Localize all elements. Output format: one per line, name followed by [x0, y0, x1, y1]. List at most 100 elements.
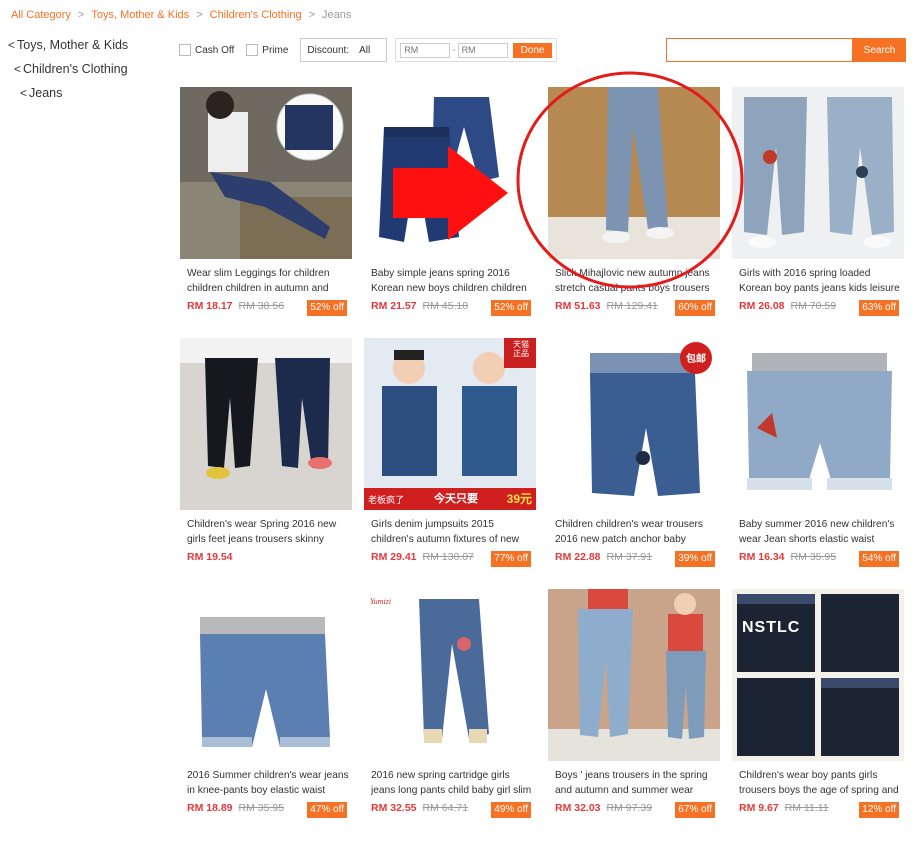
- search-input[interactable]: [666, 38, 853, 62]
- product-image[interactable]: NSTLC: [732, 589, 904, 761]
- product-image[interactable]: [364, 87, 536, 259]
- product-card[interactable]: Children's wear Spring 2016 new girls fe…: [180, 338, 352, 563]
- product-image[interactable]: [180, 589, 352, 761]
- baby-jeans-photo: [364, 87, 536, 259]
- checkbox-box[interactable]: [246, 44, 259, 56]
- discount-badge: 12% off: [859, 802, 899, 818]
- max-price-input[interactable]: [457, 42, 508, 58]
- category-label: Jeans: [29, 86, 63, 100]
- harem-pants-photo: [732, 589, 904, 761]
- product-card[interactable]: 2016 Summer children's wear jeans in kne…: [180, 589, 352, 818]
- discount-label: Discount:: [307, 44, 350, 56]
- product-image[interactable]: [180, 338, 352, 510]
- product-image[interactable]: 包邮: [548, 338, 720, 510]
- product-card[interactable]: Boys ' jeans trousers in the spring and …: [548, 589, 720, 818]
- product-image[interactable]: [548, 589, 720, 761]
- product-title[interactable]: Children's wear boy pants girls trousers…: [739, 768, 901, 798]
- prime-checkbox[interactable]: Prime: [246, 44, 288, 56]
- search-bar: Search: [666, 38, 906, 62]
- product-image[interactable]: [732, 87, 904, 259]
- checkbox-box[interactable]: [179, 44, 191, 56]
- product-title[interactable]: Boys ' jeans trousers in the spring and …: [555, 768, 717, 798]
- min-price-input[interactable]: [400, 42, 451, 58]
- done-button[interactable]: Done: [512, 42, 553, 58]
- category-jeans[interactable]: < Jeans: [8, 86, 128, 110]
- discount-badge: 63% off: [859, 300, 899, 316]
- denim-jumpsuit-photo: [364, 338, 536, 510]
- breadcrumb: All Category > Toys, Mother & Kids > Childre…: [11, 9, 351, 21]
- price: RM 19.54: [187, 551, 233, 563]
- prime-label: Prime: [262, 44, 289, 56]
- product-card[interactable]: 天猫正品 老板疯了 今天只要 39元 Girls denim jumpsuits…: [364, 338, 536, 567]
- original-price: RM 97.39: [606, 802, 653, 814]
- price-row: RM 22.88 RM 37.91 39% off: [555, 551, 715, 567]
- product-image[interactable]: [180, 87, 352, 259]
- product-card[interactable]: Girls with 2016 spring loaded Korean boy…: [732, 87, 904, 316]
- tmall-badge: 天猫正品: [513, 340, 529, 358]
- product-card[interactable]: Baby simple jeans spring 2016 Korean new…: [364, 87, 536, 316]
- product-title[interactable]: Children children's wear trousers 2016 n…: [555, 517, 717, 547]
- cash-off-checkbox[interactable]: Cash Off: [179, 44, 234, 56]
- breadcrumb-separator: >: [196, 9, 203, 21]
- price-row: RM 29.41 RM 130.07 77% off: [371, 551, 531, 567]
- slim-jeans-photo: [548, 87, 720, 259]
- jean-shorts-photo: [732, 338, 904, 510]
- search-button[interactable]: Search: [853, 38, 906, 62]
- category-tree: < Toys, Mother & Kids < Children's Clothin…: [8, 38, 128, 110]
- product-title[interactable]: 2016 new spring cartridge girls jeans lo…: [371, 768, 533, 798]
- breadcrumb-toys-mother-kids[interactable]: Toys, Mother & Kids: [91, 9, 189, 21]
- product-card[interactable]: NSTLC Children's wear boy pants girls tr…: [732, 589, 904, 818]
- product-title[interactable]: Girls denim jumpsuits 2015 children's au…: [371, 517, 533, 547]
- category-label: Children's Clothing: [23, 62, 128, 76]
- product-title[interactable]: 2016 Summer children's wear jeans in kne…: [187, 768, 349, 798]
- breadcrumb-childrens-clothing[interactable]: Children's Clothing: [210, 9, 302, 21]
- discount-badge: 52% off: [307, 300, 347, 316]
- brand-logo: Yumizi: [370, 597, 392, 606]
- price: RM 22.88: [555, 551, 601, 563]
- original-price: RM 45.10: [422, 300, 469, 312]
- price-row: RM 18.17 RM 38.56 52% off: [187, 300, 347, 316]
- price: RM 9.67: [739, 802, 779, 814]
- discount-select[interactable]: Discount: All: [300, 38, 388, 62]
- product-title[interactable]: Baby simple jeans spring 2016 Korean new…: [371, 266, 533, 296]
- product-card[interactable]: Slick Mihajlovic new autumn jeans stretc…: [548, 87, 720, 316]
- product-card[interactable]: Yumizi 2016 new spring cartridge girls j…: [364, 589, 536, 818]
- cartoon-jeans-photo: [364, 589, 536, 761]
- product-card[interactable]: 包邮 Children children's wear trousers 201…: [548, 338, 720, 567]
- price-row: RM 32.03 RM 97.39 67% off: [555, 802, 715, 818]
- original-price: RM 64.71: [422, 802, 469, 814]
- discount-badge: 54% off: [859, 551, 899, 567]
- category-childrens-clothing[interactable]: < Children's Clothing: [8, 62, 128, 86]
- price: RM 29.41: [371, 551, 417, 563]
- pants-print-text: NSTLC: [742, 619, 801, 636]
- discount-value: All: [359, 44, 371, 56]
- discount-badge: 60% off: [675, 300, 715, 316]
- product-title[interactable]: Children's wear Spring 2016 new girls fe…: [187, 517, 349, 547]
- breadcrumb-separator: >: [77, 9, 85, 21]
- product-title[interactable]: Wear slim Leggings for children children…: [187, 266, 349, 296]
- breadcrumb-all-category[interactable]: All Category: [11, 9, 71, 21]
- original-price: RM 130.07: [422, 551, 474, 563]
- price: RM 16.34: [739, 551, 785, 563]
- product-image[interactable]: [732, 338, 904, 510]
- original-price: RM 37.91: [606, 551, 653, 563]
- original-price: RM 35.95: [790, 551, 837, 563]
- girl-jeans-photo: [180, 87, 352, 259]
- dark-jeans-photo: [180, 338, 352, 510]
- original-price: RM 11.11: [784, 802, 829, 814]
- product-card[interactable]: Wear slim Leggings for children children…: [180, 87, 352, 316]
- breadcrumb-separator: >: [308, 9, 316, 21]
- product-title[interactable]: Slick Mihajlovic new autumn jeans stretc…: [555, 266, 717, 296]
- category-toys-mother-kids[interactable]: < Toys, Mother & Kids: [8, 38, 128, 62]
- product-title[interactable]: Baby summer 2016 new children's wear Jea…: [739, 517, 901, 547]
- free-shipping-sticker: 包邮: [686, 354, 706, 365]
- discount-badge: 77% off: [491, 551, 531, 567]
- product-image[interactable]: 天猫正品 老板疯了 今天只要 39元: [364, 338, 536, 510]
- product-image[interactable]: [548, 87, 720, 259]
- promo-banner-right: 今天只要: [434, 493, 478, 505]
- price-range: - Done: [395, 38, 558, 62]
- product-image[interactable]: Yumizi: [364, 589, 536, 761]
- product-title[interactable]: Girls with 2016 spring loaded Korean boy…: [739, 266, 901, 296]
- discount-badge: 52% off: [491, 300, 531, 316]
- product-card[interactable]: Baby summer 2016 new children's wear Jea…: [732, 338, 904, 567]
